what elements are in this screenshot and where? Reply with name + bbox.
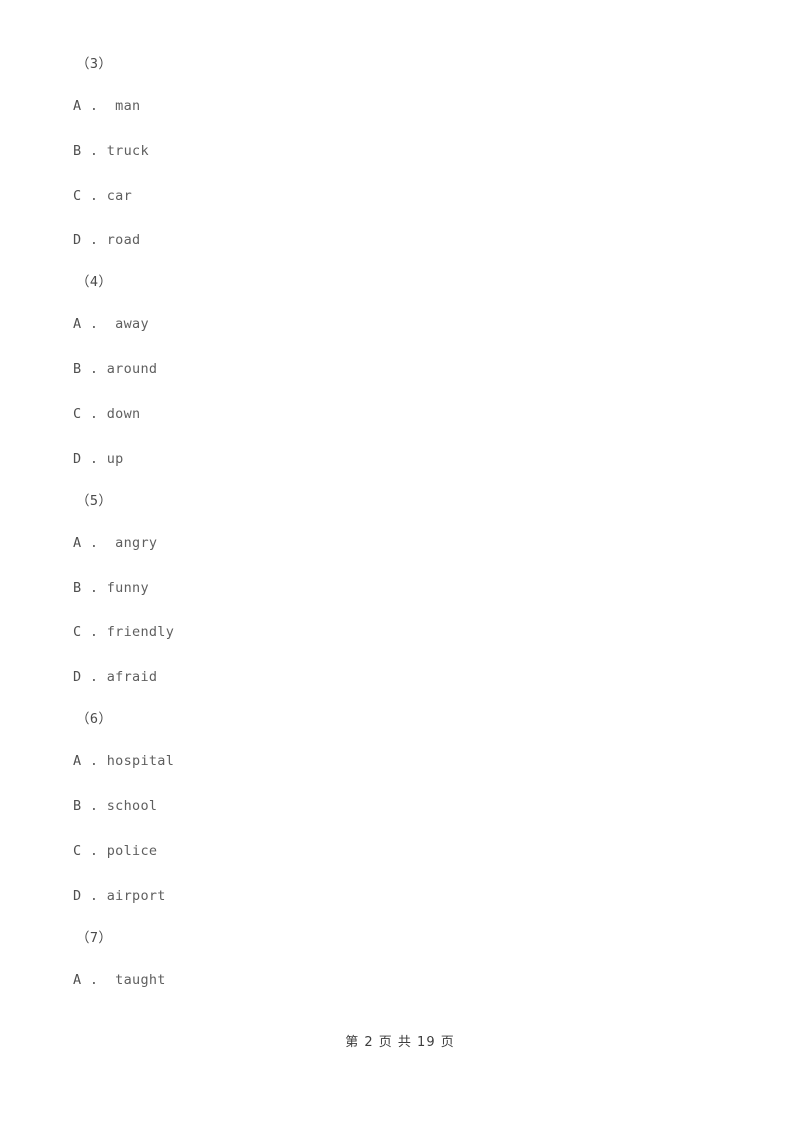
option-text: funny xyxy=(106,579,149,596)
answer-option[interactable]: D . airport xyxy=(73,887,166,905)
option-text: up xyxy=(106,450,124,467)
option-text: down xyxy=(106,406,141,422)
question-number: （4） xyxy=(76,274,113,291)
answer-option[interactable]: A . taught xyxy=(73,971,166,989)
page-footer: 第 2 页 共 19 页 xyxy=(345,1035,455,1050)
answer-option[interactable]: A . away xyxy=(73,315,149,333)
option-text: angry xyxy=(115,534,158,551)
answer-option[interactable]: A . angry xyxy=(73,534,157,552)
option-separator: . xyxy=(81,753,107,770)
answer-option[interactable]: A . man xyxy=(73,97,140,115)
option-separator: . xyxy=(81,361,107,378)
option-separator: . xyxy=(81,142,107,159)
option-text: taught xyxy=(115,971,166,988)
option-separator: . xyxy=(81,406,107,422)
option-separator: . xyxy=(81,450,107,467)
option-separator: . xyxy=(81,842,107,859)
option-text: school xyxy=(106,798,158,814)
answer-option[interactable]: C . friendly xyxy=(73,623,174,641)
question-number: （3） xyxy=(76,56,113,72)
option-text: afraid xyxy=(106,669,158,686)
answer-option[interactable]: D . road xyxy=(73,231,140,249)
answer-option[interactable]: B . around xyxy=(73,360,157,378)
answer-option[interactable]: D . afraid xyxy=(73,668,157,686)
answer-option[interactable]: A . hospital xyxy=(73,752,174,770)
option-separator: . xyxy=(81,232,107,249)
option-text: hospital xyxy=(106,753,175,770)
answer-option[interactable]: C . down xyxy=(73,405,140,423)
answer-option[interactable]: B . truck xyxy=(73,142,149,160)
question-number: （5） xyxy=(76,492,113,509)
question-number: （6） xyxy=(76,711,113,728)
question-number: （7） xyxy=(76,929,113,946)
answer-option[interactable]: C . car xyxy=(73,187,132,205)
option-text: airport xyxy=(106,887,166,904)
answer-option[interactable]: B . school xyxy=(73,797,157,815)
option-separator: . xyxy=(81,579,107,596)
option-separator: . xyxy=(81,98,116,114)
answer-option[interactable]: D . up xyxy=(73,450,124,468)
document-page: （3） A . man B . truck C . car D . road （4） A .… xyxy=(0,0,800,1132)
option-text: truck xyxy=(106,142,149,159)
option-separator: . xyxy=(81,887,107,904)
option-separator: . xyxy=(81,534,116,551)
answer-option[interactable]: C . police xyxy=(73,842,157,860)
option-text: away xyxy=(115,316,149,333)
answer-option[interactable]: B . funny xyxy=(73,579,149,597)
option-text: car xyxy=(106,187,133,204)
option-separator: . xyxy=(81,316,116,333)
option-text: man xyxy=(115,98,141,114)
option-text: around xyxy=(106,361,158,378)
option-separator: . xyxy=(81,669,107,686)
option-separator: . xyxy=(81,187,107,204)
option-text: police xyxy=(106,842,158,859)
option-text: road xyxy=(106,232,141,249)
option-text: friendly xyxy=(106,624,175,641)
option-separator: . xyxy=(81,798,107,814)
option-separator: . xyxy=(81,624,107,641)
option-separator: . xyxy=(81,971,116,988)
